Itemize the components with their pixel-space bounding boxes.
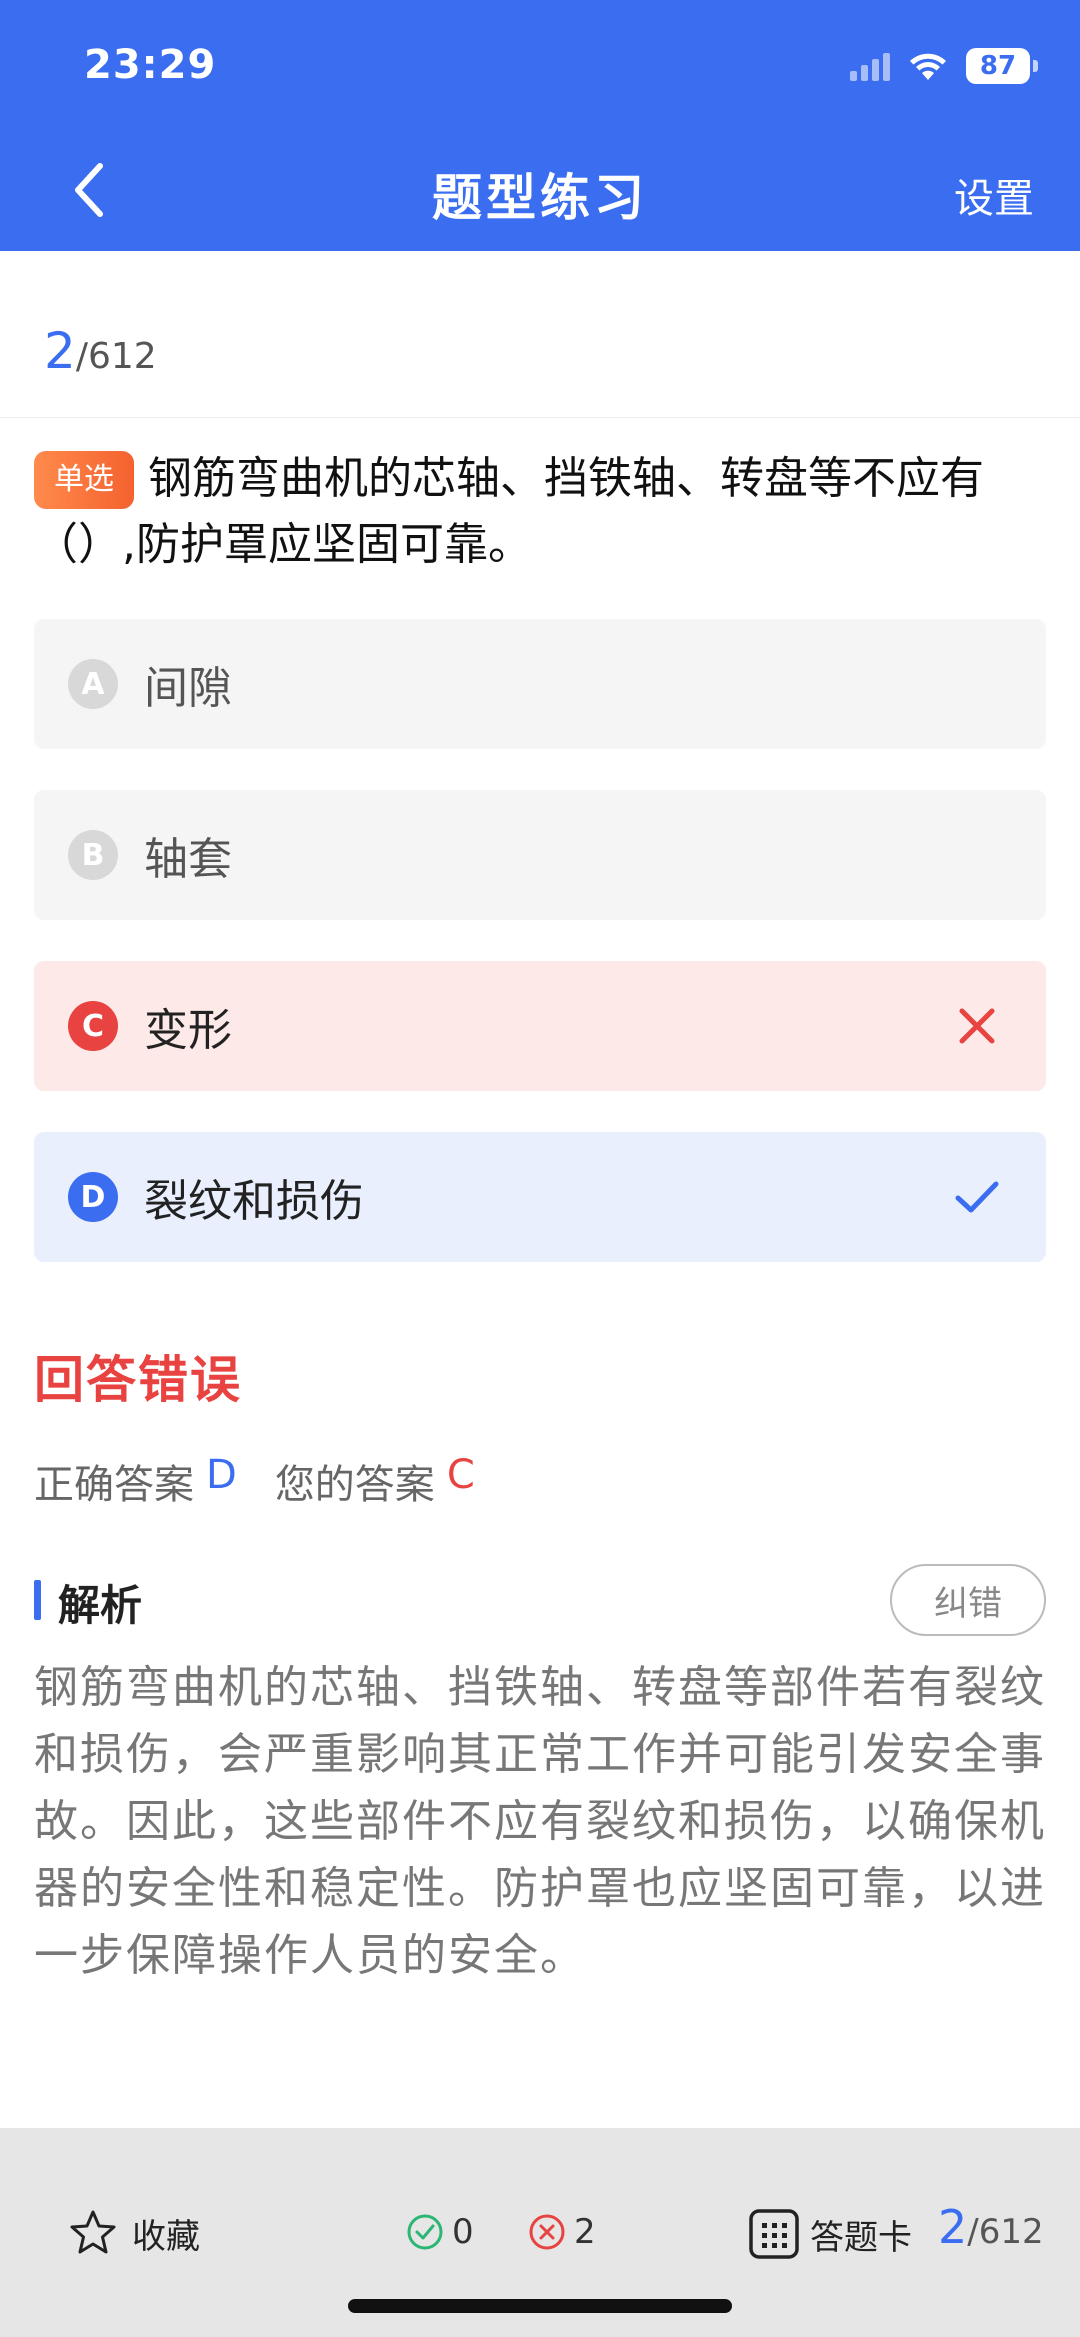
answer-summary: 正确答案 D 您的答案 C <box>34 1452 475 1510</box>
section-accent-bar <box>34 1580 41 1620</box>
option-letter: D <box>68 1172 118 1222</box>
option-letter: A <box>68 659 118 709</box>
question-stem: 单选 钢筋弯曲机的芯轴、挡铁轴、转盘等不应有（）,防护罩应坚固可靠。 <box>34 446 1046 578</box>
settings-button[interactable]: 设置 <box>954 166 1034 224</box>
page-indicator: 2/612 <box>938 2200 1044 2254</box>
battery-indicator: 87 <box>966 48 1038 84</box>
grid-icon <box>749 2209 799 2259</box>
option-text: 间隙 <box>144 663 232 714</box>
correct-count-value: 0 <box>452 2212 474 2252</box>
correct-circle-icon <box>407 2214 443 2250</box>
status-icons: 87 <box>850 46 1038 86</box>
wrong-count-value: 2 <box>574 2212 596 2252</box>
counter-total: /612 <box>75 336 157 377</box>
question-counter: 2/612 <box>44 322 157 380</box>
status-time: 23:29 <box>84 42 217 88</box>
star-icon <box>70 2210 116 2254</box>
option-a[interactable]: A 间隙 <box>34 619 1046 749</box>
correct-count: 0 <box>406 2212 474 2252</box>
option-c[interactable]: C 变形 <box>34 961 1046 1091</box>
page-current: 2 <box>938 2200 968 2254</box>
wifi-icon <box>910 53 946 80</box>
report-error-button[interactable]: 纠错 <box>890 1564 1046 1636</box>
option-b[interactable]: B 轴套 <box>34 790 1046 920</box>
favorite-button[interactable]: 收藏 <box>68 2208 200 2258</box>
counter-current: 2 <box>44 322 76 380</box>
question-text: 钢筋弯曲机的芯轴、挡铁轴、转盘等不应有（）,防护罩应坚固可靠。 <box>34 453 984 570</box>
option-text: 变形 <box>144 1005 232 1056</box>
option-letter: C <box>68 1001 118 1051</box>
result-title: 回答错误 <box>34 1351 242 1409</box>
wrong-circle-icon <box>529 2214 565 2250</box>
answer-card-label: 答题卡 <box>810 2217 912 2258</box>
option-letter: B <box>68 830 118 880</box>
correct-answer-value: D <box>206 1452 237 1498</box>
page-title: 题型练习 <box>432 169 648 227</box>
your-answer-value: C <box>446 1452 475 1498</box>
check-icon <box>955 1181 999 1213</box>
option-text: 裂纹和损伤 <box>144 1176 364 1227</box>
home-indicator <box>348 2299 732 2313</box>
answer-card-button[interactable]: 答题卡 <box>748 2208 912 2260</box>
page-total: /612 <box>967 2212 1044 2252</box>
your-answer-label: 您的答案 <box>274 1462 435 1508</box>
close-icon <box>959 1008 995 1044</box>
correct-answer-label: 正确答案 <box>34 1462 194 1508</box>
signal-icon <box>850 51 890 81</box>
analysis-title: 解析 <box>58 1581 143 1630</box>
option-text: 轴套 <box>144 834 232 885</box>
top-navigation: 23:29 87 题型练习 设置 <box>0 0 1080 251</box>
wrong-count: 2 <box>528 2212 596 2252</box>
favorite-label: 收藏 <box>132 2216 200 2257</box>
question-type-tag: 单选 <box>34 451 134 509</box>
analysis-text: 钢筋弯曲机的芯轴、挡铁轴、转盘等部件若有裂纹和损伤，会严重影响其正常工作并可能引… <box>34 1662 1046 1981</box>
option-d[interactable]: D 裂纹和损伤 <box>34 1132 1046 1262</box>
divider <box>0 417 1080 418</box>
